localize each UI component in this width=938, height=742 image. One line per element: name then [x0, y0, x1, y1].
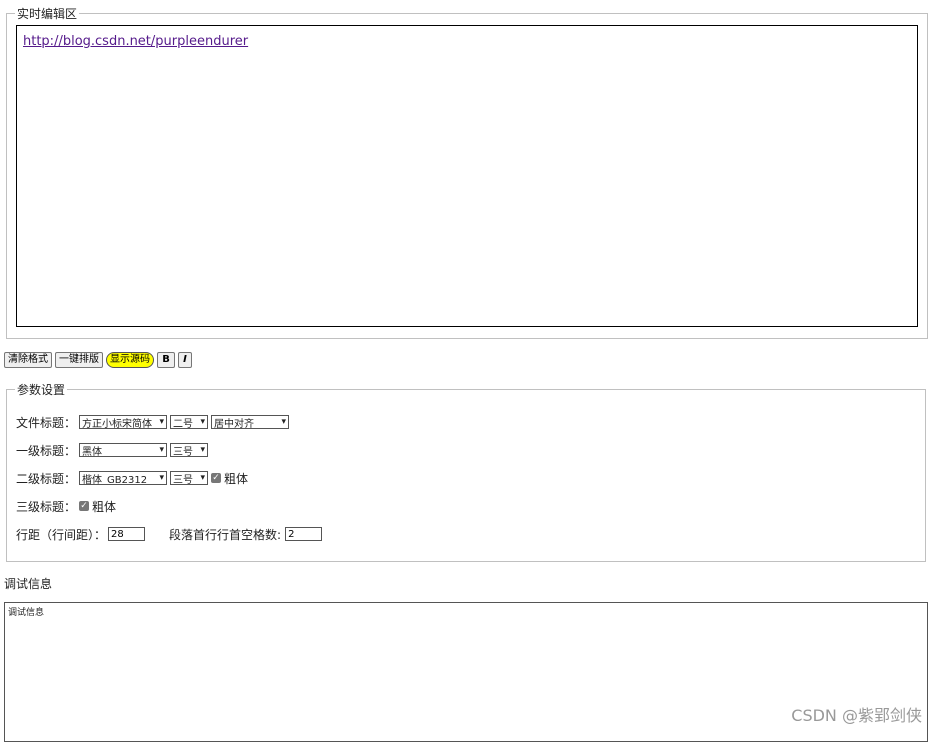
line-spacing-label: 行距（行间距）： [16, 527, 107, 542]
chevron-down-icon: ▾ [159, 417, 164, 427]
debug-content: 调试信息 [8, 608, 45, 618]
italic-button[interactable]: I [178, 352, 192, 368]
show-source-button[interactable]: 显示源码 [106, 352, 154, 368]
h3-row: 三级标题： ✓ 粗体 [16, 498, 116, 514]
doc-title-size-select[interactable]: 二号 ▾ [170, 415, 208, 429]
h2-size-value: 三号 [173, 474, 193, 485]
h1-size-select[interactable]: 三号 ▾ [170, 443, 208, 457]
h1-font-value: 黑体 [82, 446, 102, 457]
chevron-down-icon: ▾ [159, 473, 164, 483]
chevron-down-icon: ▾ [200, 417, 205, 427]
h2-row: 二级标题： 楷体_GB2312 ▾ 三号 ▾ ✓ 粗体 [16, 470, 248, 486]
indent-label: 段落首行行首空格数: [169, 527, 282, 542]
spacing-row: 行距（行间距）： 段落首行行首空格数: [16, 526, 323, 542]
h1-size-value: 三号 [173, 446, 193, 457]
chevron-down-icon: ▾ [200, 473, 205, 483]
chevron-down-icon: ▾ [159, 445, 164, 455]
bold-button[interactable]: B [157, 352, 175, 368]
indent-input[interactable] [285, 527, 323, 541]
h2-font-select[interactable]: 楷体_GB2312 ▾ [79, 471, 167, 485]
h2-bold-label: 粗体 [224, 471, 249, 486]
h2-bold-checkbox[interactable]: ✓ [211, 473, 221, 483]
doc-title-label: 文件标题： [16, 415, 77, 430]
one-click-layout-button[interactable]: 一键排版 [55, 352, 103, 368]
doc-title-align-value: 居中对齐 [214, 418, 254, 429]
line-spacing-input[interactable] [108, 527, 146, 541]
h2-font-value: 楷体_GB2312 [82, 474, 148, 485]
debug-heading: 调试信息 [4, 577, 53, 591]
h1-label: 一级标题： [16, 443, 77, 458]
h1-font-select[interactable]: 黑体 ▾ [79, 443, 167, 457]
toolbar: 清除格式 一键排版 显示源码 B I [4, 352, 192, 368]
clear-format-button[interactable]: 清除格式 [4, 352, 52, 368]
doc-title-font-value: 方正小标宋简体 [82, 418, 152, 429]
params-legend: 参数设置 [17, 383, 66, 397]
chevron-down-icon: ▾ [281, 417, 286, 427]
doc-title-row: 文件标题： 方正小标宋简体 ▾ 二号 ▾ 居中对齐 ▾ [16, 414, 292, 430]
h2-label: 二级标题： [16, 471, 77, 486]
doc-title-font-select[interactable]: 方正小标宋简体 ▾ [79, 415, 167, 429]
h1-row: 一级标题： 黑体 ▾ 三号 ▾ [16, 442, 211, 458]
blog-link[interactable]: http://blog.csdn.net/purpleendurer [23, 34, 248, 49]
doc-title-size-value: 二号 [173, 418, 193, 429]
h2-size-select[interactable]: 三号 ▾ [170, 471, 208, 485]
h3-label: 三级标题： [16, 499, 77, 514]
doc-title-align-select[interactable]: 居中对齐 ▾ [211, 415, 289, 429]
live-edit-area[interactable]: http://blog.csdn.net/purpleendurer [16, 25, 918, 327]
debug-textarea[interactable]: 调试信息 [4, 602, 928, 742]
chevron-down-icon: ▾ [200, 445, 205, 455]
watermark: CSDN @紫郢剑侠 [791, 706, 922, 725]
h3-bold-checkbox[interactable]: ✓ [79, 501, 89, 511]
editor-legend: 实时编辑区 [17, 7, 78, 21]
h3-bold-label: 粗体 [92, 499, 117, 514]
